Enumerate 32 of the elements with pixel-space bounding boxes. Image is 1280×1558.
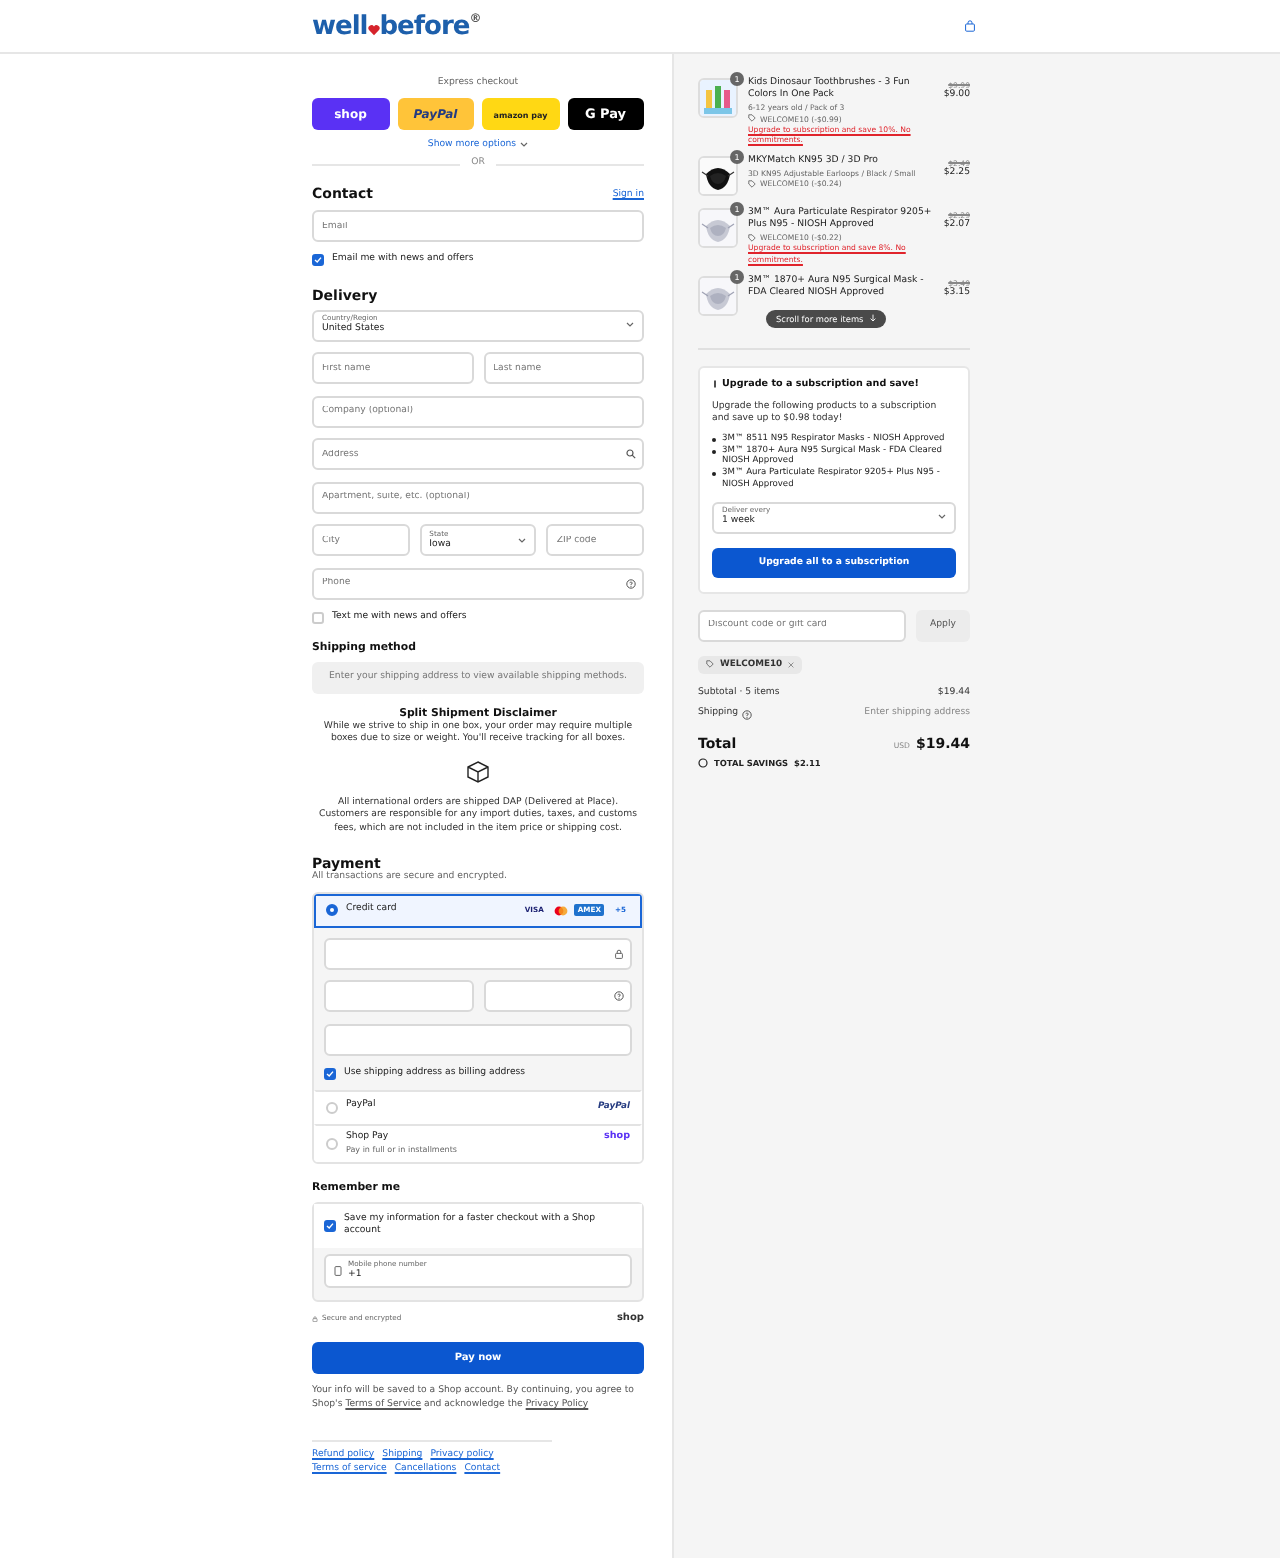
chevron-icon [518, 537, 527, 544]
logo-text: before [379, 13, 470, 39]
box-icon [466, 760, 490, 785]
chevron-icon [938, 514, 946, 521]
chevron-icon [626, 322, 634, 329]
tag-icon [706, 660, 714, 669]
phone-icon [334, 1266, 342, 1277]
close-icon[interactable] [788, 661, 795, 668]
lock-icon [614, 948, 624, 959]
logo-text: well [312, 13, 368, 39]
search-icon [626, 449, 636, 460]
bag-icon[interactable] [964, 20, 976, 32]
help-icon[interactable] [614, 991, 624, 1002]
input-field[interactable] [483, 980, 632, 1013]
arrow-down-icon [869, 314, 876, 323]
savings-icon [698, 758, 708, 769]
card-logo-icon [553, 905, 568, 916]
input-field[interactable] [324, 1023, 632, 1056]
help-icon[interactable] [626, 578, 636, 589]
checkbox[interactable] [324, 1220, 336, 1233]
chevron-icon [520, 142, 529, 149]
input-field[interactable] [324, 980, 473, 1013]
radio-button[interactable] [326, 904, 338, 917]
checkbox[interactable] [312, 254, 324, 267]
checkbox[interactable] [324, 1067, 336, 1080]
tag-icon [748, 233, 756, 242]
input-field[interactable] [324, 937, 632, 970]
tag-icon [748, 179, 756, 188]
help-icon[interactable] [742, 709, 753, 720]
tag-icon [748, 114, 756, 123]
lock-icon [312, 1315, 318, 1322]
heart-icon [367, 23, 380, 35]
